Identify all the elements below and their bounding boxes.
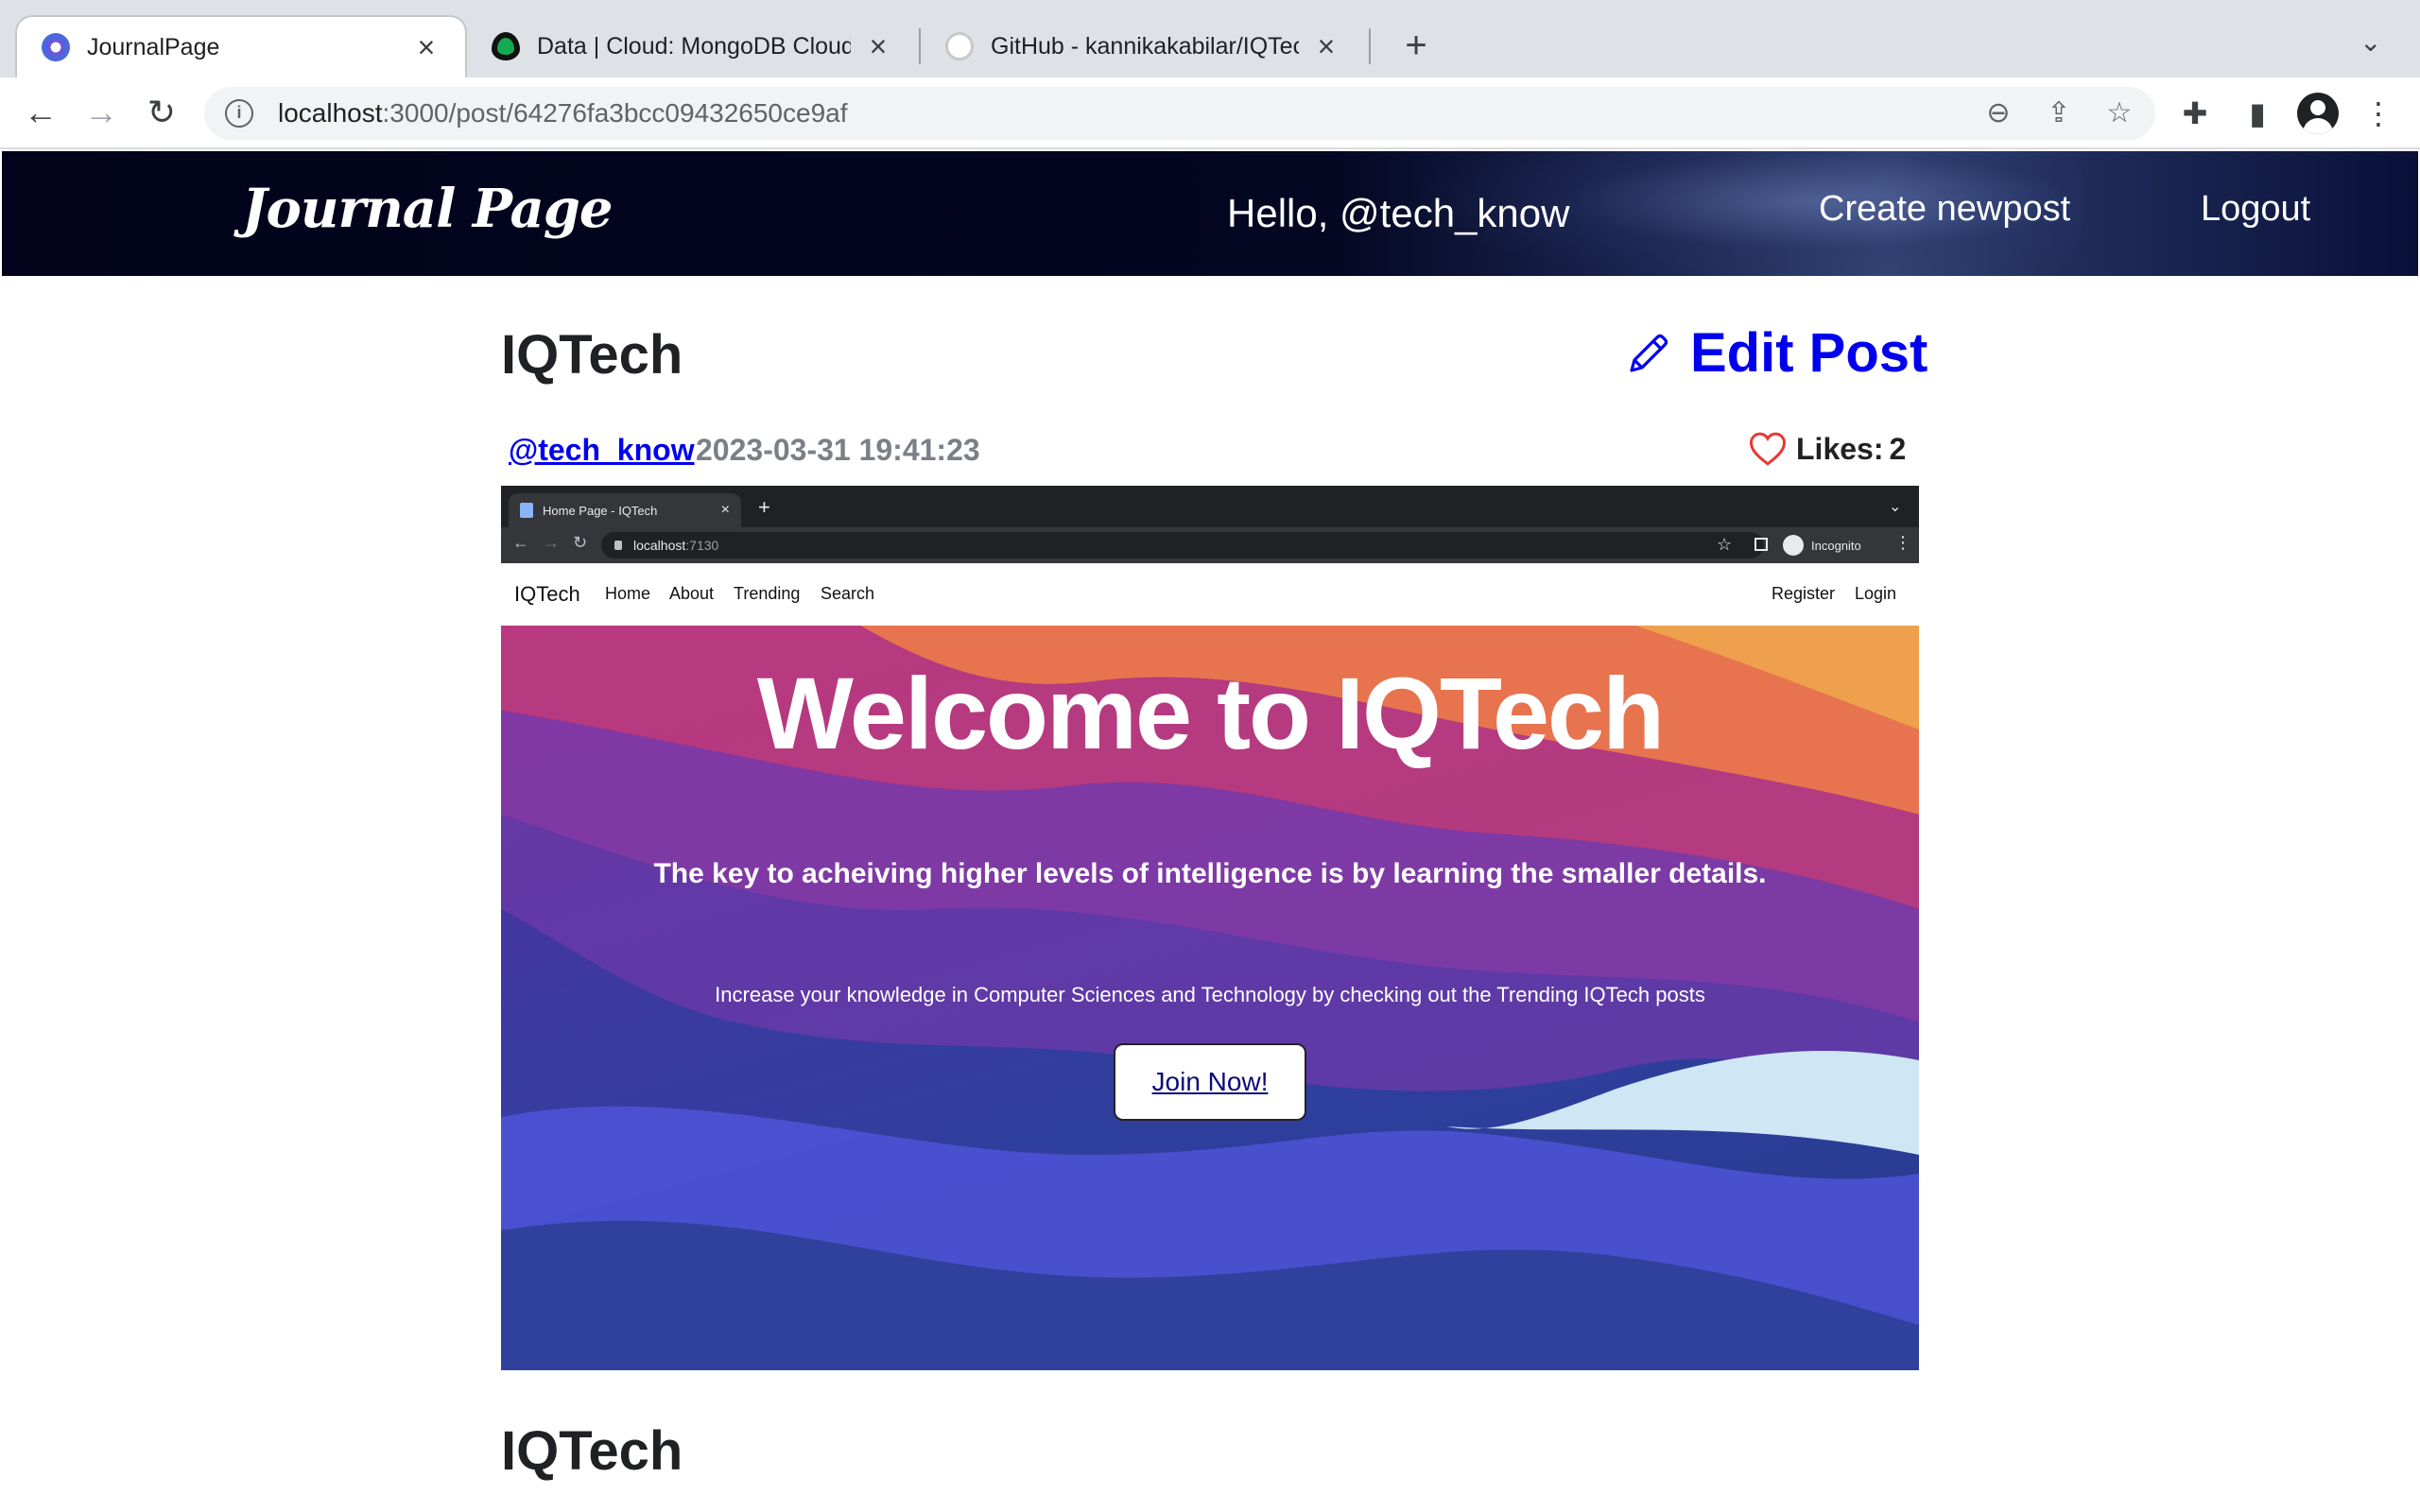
forward-arrow-icon[interactable]: → (79, 91, 123, 134)
image-chevron-down-icon: ⌄ (1889, 499, 1902, 515)
image-nav-about: About (669, 584, 715, 603)
browser-tab-title: Data | Cloud: MongoDB Cloud (537, 32, 851, 60)
browser-toolbar: ← → ↻ i localhost:3000/post/64276fa3bcc0… (0, 77, 2420, 149)
zoom-magnifier-icon[interactable]: ⊖ (1981, 96, 2015, 130)
site-header: Journal Page Hello, @tech_know Create ne… (2, 151, 2418, 276)
image-reload-icon: ↻ (573, 533, 588, 552)
share-icon[interactable]: ⇪ (2042, 96, 2076, 130)
image-forward-arrow-icon: → (543, 533, 560, 552)
edit-post-label: Edit Post (1690, 322, 1928, 384)
browser-tab-title: GitHub - kannikakabilar/IQTech (991, 32, 1299, 60)
image-menu-icon: ⋮ (1894, 533, 1911, 552)
image-nav-login: Login (1855, 584, 1897, 603)
image-nav-trending: Trending (734, 584, 801, 603)
back-arrow-icon[interactable]: ← (19, 91, 62, 134)
browser-tab-journalpage[interactable]: JournalPage × (15, 15, 467, 77)
image-new-tab-icon: + (758, 495, 770, 519)
image-lock-icon (614, 541, 622, 550)
image-tab-close-icon: × (720, 502, 730, 518)
logout-link[interactable]: Logout (2201, 189, 2310, 230)
image-address-bar: localhost:7130 (601, 532, 1764, 558)
image-site-navbar: IQTech Home About Trending Search Regist… (501, 563, 1919, 626)
image-side-panel-icon (1754, 538, 1768, 551)
post-image: Home Page - IQTech × + ⌄ ← → ↻ localhost… (501, 486, 1919, 1370)
image-hero: Welcome to IQTech The key to acheiving h… (501, 626, 1919, 1370)
image-tab-page-icon (520, 503, 533, 518)
extensions-puzzle-icon[interactable]: ✚ (2174, 93, 2216, 134)
image-hero-subtext: Increase your knowledge in Computer Scie… (715, 983, 1705, 1006)
likes-count: 2 (1889, 431, 1907, 466)
browser-tab-github[interactable]: GitHub - kannikakabilar/IQTech × (921, 15, 1365, 77)
post-content-heading: IQTech (501, 1420, 683, 1482)
tab-search-chevron-down-icon[interactable]: ⌄ (2360, 26, 2381, 58)
github-icon (945, 32, 974, 60)
browser-menu-icon[interactable]: ⋮ (2358, 93, 2399, 134)
image-nav-register: Register (1772, 584, 1836, 603)
image-browser-toolbar: ← → ↻ localhost:7130 ☆ Incognito ⋮ (501, 527, 1919, 563)
likes-label: Likes: 2 (1796, 431, 1907, 466)
close-tab-icon[interactable]: × (1312, 29, 1340, 64)
post-author-link[interactable]: @tech_know (509, 433, 695, 468)
image-nav-home: Home (605, 584, 651, 603)
edit-post-link[interactable]: Edit Post (1626, 321, 1927, 385)
address-bar[interactable]: i localhost:3000/post/64276fa3bcc0943265… (204, 87, 2155, 140)
image-join-now-button: Join Now! (1114, 1043, 1306, 1121)
post-date: 2023-03-31 19:41:23 (696, 433, 980, 467)
close-tab-icon[interactable]: × (864, 29, 892, 64)
tab-divider (1369, 28, 1371, 64)
create-newpost-link[interactable]: Create newpost (1819, 189, 2070, 230)
image-browser-tab: Home Page - IQTech × (509, 493, 741, 527)
new-tab-plus-icon[interactable]: + (1395, 25, 1437, 66)
site-info-icon[interactable]: i (225, 99, 253, 128)
close-tab-icon[interactable]: × (412, 30, 441, 65)
browser-tab-mongodb[interactable]: Data | Cloud: MongoDB Cloud × (467, 15, 917, 77)
likes-counter[interactable]: Likes: 2 (1749, 431, 1906, 467)
bookmark-star-icon[interactable]: ☆ (2102, 96, 2136, 130)
url-text: localhost:3000/post/64276fa3bcc09432650c… (278, 98, 848, 128)
image-hero-lead: The key to acheiving higher levels of in… (653, 858, 1767, 889)
site-logo[interactable]: Journal Page (242, 178, 614, 240)
browser-tab-title: JournalPage (87, 33, 220, 60)
image-nav-search: Search (821, 584, 875, 603)
pencil-icon (1630, 334, 1668, 372)
browser-tabstrip: JournalPage × Data | Cloud: MongoDB Clou… (0, 0, 2420, 77)
incognito-icon (1783, 535, 1804, 556)
image-incognito-badge: Incognito (1783, 534, 1861, 557)
reload-icon[interactable]: ↻ (140, 91, 183, 134)
image-back-arrow-icon: ← (512, 533, 529, 552)
post-title: IQTech (501, 324, 683, 386)
profile-avatar-icon[interactable] (2297, 93, 2339, 134)
image-hero-title: Welcome to IQTech (756, 656, 1665, 770)
journalpage-favicon-icon (42, 33, 70, 61)
image-site-brand: IQTech (514, 582, 580, 606)
image-tab-title: Home Page - IQTech (543, 503, 658, 518)
user-greeting: Hello, @tech_know (1227, 191, 1570, 235)
mongodb-leaf-icon (492, 32, 520, 60)
heart-like-icon[interactable] (1749, 431, 1787, 467)
image-star-icon: ☆ (1717, 535, 1733, 554)
side-panel-icon[interactable]: ▮ (2237, 93, 2278, 134)
image-browser-tabbar: Home Page - IQTech × + ⌄ (501, 486, 1919, 527)
